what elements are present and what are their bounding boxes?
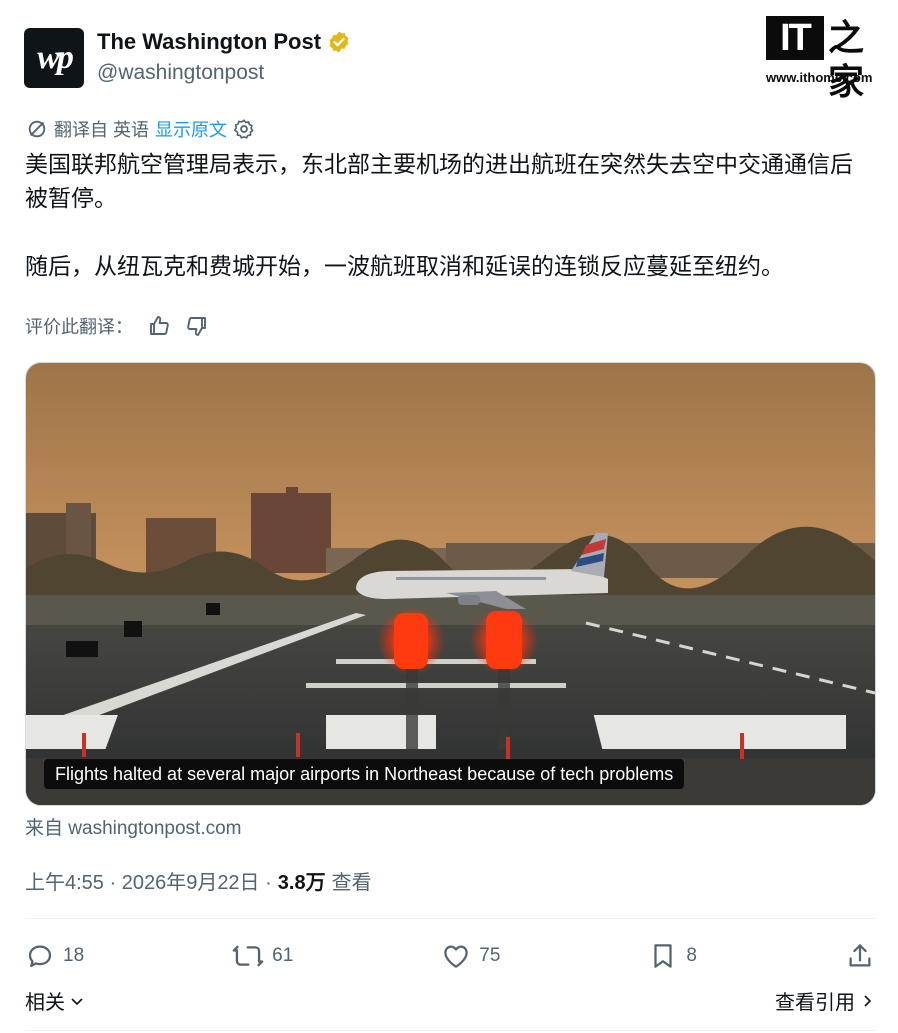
ithome-url: www.ithome.com	[766, 70, 873, 85]
reply-button[interactable]: 18	[25, 941, 84, 971]
reply-count: 18	[63, 945, 85, 966]
tweet-footer: 相关 查看引用	[25, 986, 875, 1015]
card-source[interactable]: 来自 washingtonpost.com	[25, 813, 242, 840]
bookmark-icon	[654, 944, 673, 968]
share-button[interactable]	[845, 941, 875, 971]
divider	[25, 918, 875, 919]
translated-from-label: 翻译自 英语	[54, 120, 150, 140]
view-count: 3.8万	[277, 872, 326, 894]
verified-badge-icon	[329, 31, 349, 53]
tweet-paragraph-2: 随后，从纽瓦克和费城开始，一波航班取消和延误的连锁反应蔓延至纽约。	[25, 253, 784, 279]
show-original-link[interactable]: 显示原文	[155, 116, 227, 142]
author-name[interactable]: The Washington Post	[97, 29, 321, 55]
chevron-down-icon	[71, 997, 83, 1005]
bookmark-button[interactable]: 8	[648, 941, 697, 971]
share-icon	[849, 944, 871, 967]
view-quotes-label: 查看引用	[775, 992, 855, 1014]
heart-icon	[444, 945, 469, 968]
ithome-watermark: IT 之家 www.ithome.com	[766, 14, 886, 102]
rate-translation-row: 评价此翻译：	[25, 313, 209, 339]
rate-translation-label: 评价此翻译：	[25, 317, 133, 337]
avatar-logo-text: wp	[37, 39, 74, 76]
translate-icon	[28, 120, 46, 138]
action-bar: 18 61 75 8	[25, 935, 875, 977]
author-handle[interactable]: @washingtonpost	[97, 61, 264, 85]
airport-runway-photo	[26, 363, 875, 805]
tweet-timestamp[interactable]: 上午4:55 · 2026年9月22日 ·	[25, 866, 272, 895]
like-count: 75	[479, 945, 501, 966]
bookmark-count: 8	[686, 945, 697, 966]
link-card[interactable]: Flights halted at several major airports…	[25, 362, 876, 806]
thumbs-up-icon[interactable]	[147, 314, 171, 338]
settings-gear-icon[interactable]	[233, 118, 255, 140]
view-label: 查看	[331, 872, 372, 894]
retweet-icon	[232, 945, 264, 967]
tweet-meta: 上午4:55 · 2026年9月22日 · 3.8万 查看	[25, 866, 372, 895]
tweet-paragraph-1: 美国联邦航空管理局表示，东北部主要机场的进出航班在突然失去空中交通通信后被暂停。	[25, 151, 853, 211]
thumbs-down-icon[interactable]	[185, 314, 209, 338]
avatar[interactable]: wp	[24, 28, 84, 88]
tweet-text: 美国联邦航空管理局表示，东北部主要机场的进出航班在突然失去空中交通通信后被暂停。…	[25, 147, 875, 283]
related-label: 相关	[25, 992, 65, 1014]
chevron-right-icon	[864, 994, 872, 1007]
view-quotes-link[interactable]: 查看引用	[775, 986, 875, 1015]
author-name-row[interactable]: The Washington Post	[97, 29, 351, 55]
translation-bar: 翻译自 英语 显示原文	[26, 116, 255, 142]
bottom-divider	[25, 1030, 875, 1031]
like-button[interactable]: 75	[441, 941, 500, 971]
ithome-logo-zh: 之家	[828, 17, 865, 102]
retweet-button[interactable]: 61	[232, 941, 293, 971]
card-caption: Flights halted at several major airports…	[44, 759, 685, 789]
related-dropdown[interactable]: 相关	[25, 986, 85, 1015]
ithome-logo-block: IT	[766, 16, 824, 60]
reply-icon	[28, 945, 52, 968]
retweet-count: 61	[272, 945, 294, 966]
